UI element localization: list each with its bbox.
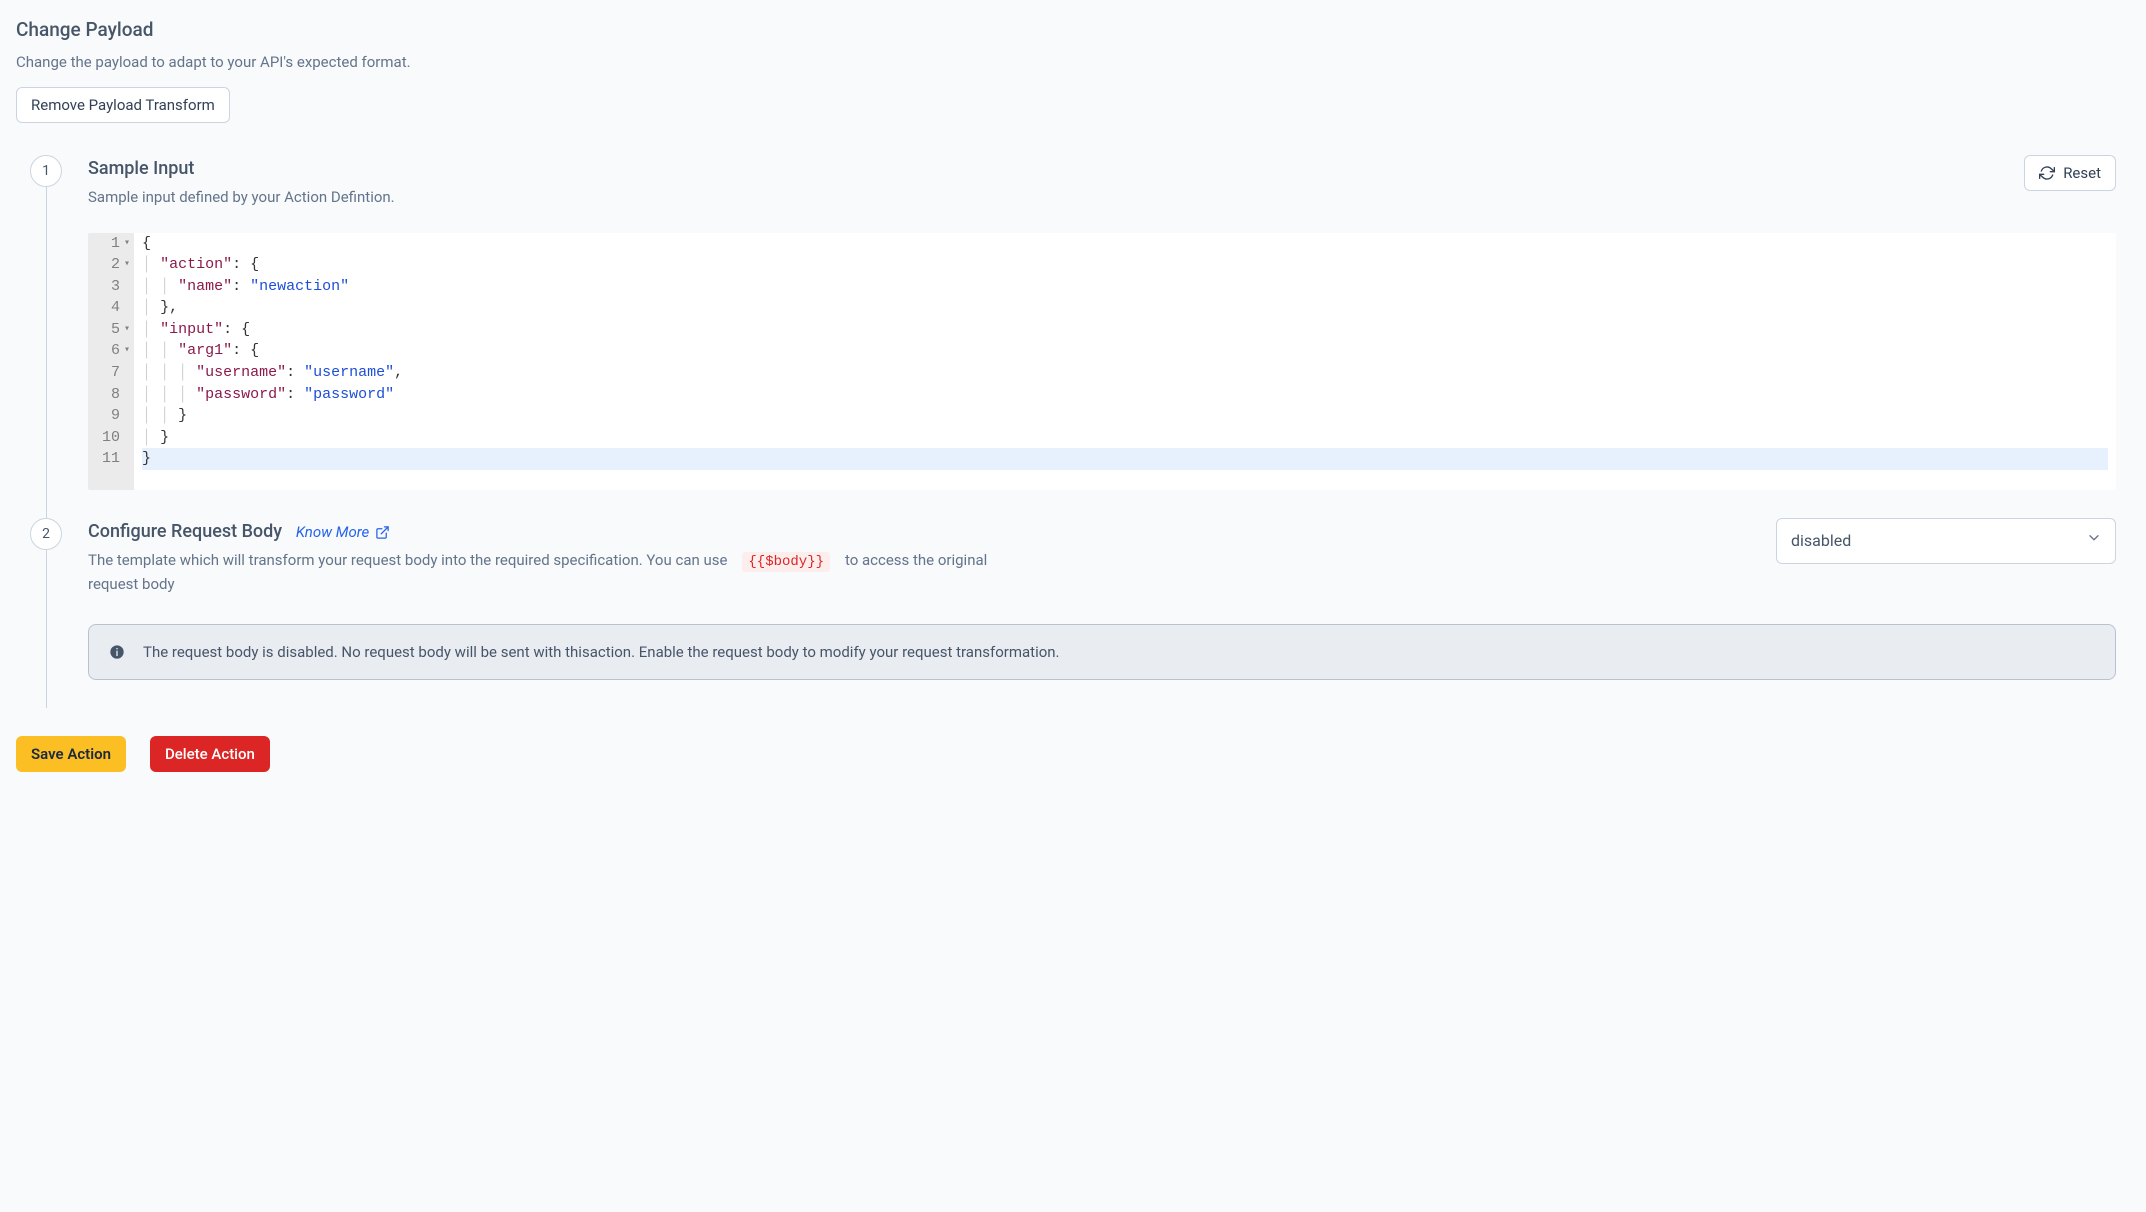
- step-sample-input: 1 Sample Input Sample input defined by y…: [16, 155, 2116, 518]
- refresh-icon: [2039, 165, 2055, 181]
- configure-body-title: Configure Request Body: [88, 521, 282, 542]
- sample-input-subtitle: Sample input defined by your Action Defi…: [88, 186, 988, 209]
- request-body-disabled-notice: The request body is disabled. No request…: [88, 624, 2116, 681]
- change-payload-section: Change Payload Change the payload to ada…: [16, 16, 2116, 123]
- know-more-link[interactable]: Know More: [296, 521, 390, 544]
- request-body-mode-select[interactable]: disabled: [1776, 518, 2116, 564]
- info-icon: [109, 644, 125, 660]
- configure-body-subtitle: The template which will transform your r…: [88, 549, 988, 596]
- editor-code[interactable]: { │ "action": { │ │ "name": "newaction" …: [134, 233, 2116, 491]
- page-title: Change Payload: [16, 16, 2116, 45]
- reset-button[interactable]: Reset: [2024, 155, 2116, 191]
- step-configure-request-body: 2 Configure Request Body Know More The t…: [16, 518, 2116, 708]
- sample-input-title: Sample Input: [88, 155, 2024, 182]
- footer-actions: Save Action Delete Action: [16, 736, 2116, 772]
- notice-text: The request body is disabled. No request…: [143, 641, 1060, 664]
- sample-input-editor[interactable]: 1▾ 2▾ 3▾ 4▾ 5▾ 6▾ 7▾ 8▾ 9▾ 10▾ 11▾ { │ "…: [88, 233, 2116, 491]
- step-number-badge: 1: [30, 155, 62, 187]
- remove-payload-transform-button[interactable]: Remove Payload Transform: [16, 87, 230, 123]
- step-number-badge: 2: [30, 518, 62, 550]
- external-link-icon: [375, 525, 390, 540]
- step-connector-line: [46, 550, 47, 708]
- body-variable-code: {{$body}}: [742, 552, 830, 572]
- know-more-label: Know More: [296, 521, 369, 544]
- editor-gutter: 1▾ 2▾ 3▾ 4▾ 5▾ 6▾ 7▾ 8▾ 9▾ 10▾ 11▾: [88, 233, 134, 491]
- delete-action-button[interactable]: Delete Action: [150, 736, 270, 772]
- reset-button-label: Reset: [2063, 164, 2101, 182]
- save-action-button[interactable]: Save Action: [16, 736, 126, 772]
- step-connector-line: [46, 187, 47, 518]
- page-subtitle: Change the payload to adapt to your API'…: [16, 51, 2116, 74]
